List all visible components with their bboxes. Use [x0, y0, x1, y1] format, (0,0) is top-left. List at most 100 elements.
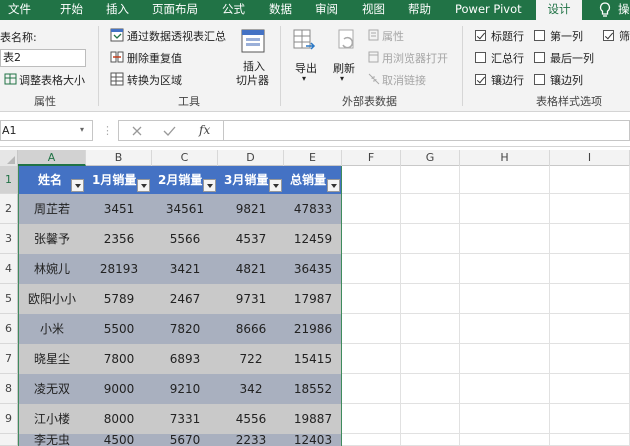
- number-cell[interactable]: 9210: [152, 374, 218, 404]
- number-cell[interactable]: 4537: [218, 224, 284, 254]
- number-cell[interactable]: 5566: [152, 224, 218, 254]
- export-dropdown[interactable]: ▾: [302, 74, 306, 83]
- name-cell[interactable]: 江小楼: [18, 404, 86, 434]
- number-cell[interactable]: 722: [218, 344, 284, 374]
- row-header-8[interactable]: 8: [0, 374, 18, 404]
- tab-3[interactable]: 页面布局: [152, 0, 198, 20]
- column-header-H[interactable]: H: [460, 150, 550, 166]
- name-cell[interactable]: 晓星尘: [18, 344, 86, 374]
- properties-button[interactable]: 属性: [382, 28, 404, 44]
- number-cell[interactable]: 17987: [284, 284, 342, 314]
- number-cell[interactable]: 3421: [152, 254, 218, 284]
- filter-dropdown-icon[interactable]: [269, 179, 282, 192]
- number-cell[interactable]: 2356: [86, 224, 152, 254]
- remove-duplicates-button[interactable]: 删除重复值: [127, 50, 182, 66]
- tab-9[interactable]: Power Pivot: [455, 0, 522, 20]
- number-cell[interactable]: 7800: [86, 344, 152, 374]
- number-cell[interactable]: 47833: [284, 194, 342, 224]
- name-box-dropdown[interactable]: ▾: [80, 125, 84, 134]
- resize-table-button[interactable]: 调整表格大小: [19, 72, 85, 88]
- total-row-checkbox[interactable]: [475, 52, 486, 63]
- export-icon[interactable]: [292, 28, 318, 56]
- tab-0[interactable]: 文件: [8, 0, 31, 20]
- number-cell[interactable]: 12459: [284, 224, 342, 254]
- number-cell[interactable]: 5789: [86, 284, 152, 314]
- column-header-D[interactable]: D: [218, 150, 284, 166]
- pivot-summary-button[interactable]: 通过数据透视表汇总: [127, 28, 226, 44]
- slicer-icon[interactable]: [240, 28, 266, 54]
- number-cell[interactable]: 8666: [218, 314, 284, 344]
- tab-design[interactable]: 设计: [536, 0, 582, 20]
- convert-to-range-button[interactable]: 转换为区域: [127, 72, 182, 88]
- filter-dropdown-icon[interactable]: [203, 179, 216, 192]
- number-cell[interactable]: 6893: [152, 344, 218, 374]
- number-cell[interactable]: 7331: [152, 404, 218, 434]
- row-header-3[interactable]: 3: [0, 224, 18, 254]
- number-cell[interactable]: 2467: [152, 284, 218, 314]
- number-cell[interactable]: 9731: [218, 284, 284, 314]
- column-header-A[interactable]: A: [18, 150, 86, 166]
- row-header-7[interactable]: 7: [0, 344, 18, 374]
- number-cell[interactable]: 8000: [86, 404, 152, 434]
- tab-7[interactable]: 视图: [362, 0, 385, 20]
- filter-dropdown-icon[interactable]: [327, 179, 340, 192]
- number-cell[interactable]: 2233: [218, 434, 284, 446]
- header-row-checkbox[interactable]: [475, 30, 486, 41]
- column-header-F[interactable]: F: [342, 150, 401, 166]
- tab-2[interactable]: 插入: [106, 0, 129, 20]
- formula-bar-grip[interactable]: ⋮: [102, 124, 113, 137]
- number-cell[interactable]: 9000: [86, 374, 152, 404]
- slicer-label[interactable]: 切片器: [236, 72, 269, 88]
- filter-dropdown-icon[interactable]: [71, 179, 84, 192]
- tell-me-label[interactable]: 操: [618, 0, 630, 20]
- formula-input[interactable]: [224, 120, 630, 141]
- tab-5[interactable]: 数据: [269, 0, 292, 20]
- check-icon[interactable]: [163, 125, 176, 137]
- last-column-checkbox[interactable]: [534, 52, 545, 63]
- number-cell[interactable]: 15415: [284, 344, 342, 374]
- column-header-I[interactable]: I: [550, 150, 630, 166]
- number-cell[interactable]: 5670: [152, 434, 218, 446]
- cancel-icon[interactable]: [131, 125, 143, 137]
- name-cell[interactable]: 张馨予: [18, 224, 86, 254]
- number-cell[interactable]: 34561: [152, 194, 218, 224]
- row-header-4[interactable]: 4: [0, 254, 18, 284]
- refresh-icon[interactable]: [335, 28, 359, 56]
- row-header-9[interactable]: 9: [0, 404, 18, 434]
- insert-function-button[interactable]: fx: [199, 123, 210, 137]
- tab-1[interactable]: 开始: [60, 0, 83, 20]
- filter-dropdown-icon[interactable]: [137, 179, 150, 192]
- number-cell[interactable]: 19887: [284, 404, 342, 434]
- number-cell[interactable]: 4821: [218, 254, 284, 284]
- tab-6[interactable]: 审阅: [315, 0, 338, 20]
- refresh-dropdown[interactable]: ▾: [340, 74, 344, 83]
- filter-button-checkbox[interactable]: [603, 30, 614, 41]
- number-cell[interactable]: 9821: [218, 194, 284, 224]
- row-header-10[interactable]: [0, 434, 18, 446]
- number-cell[interactable]: 28193: [86, 254, 152, 284]
- first-column-checkbox[interactable]: [534, 30, 545, 41]
- number-cell[interactable]: 36435: [284, 254, 342, 284]
- row-header-6[interactable]: 6: [0, 314, 18, 344]
- number-cell[interactable]: 7820: [152, 314, 218, 344]
- table-name-input[interactable]: 表2: [0, 49, 86, 67]
- column-header-B[interactable]: B: [86, 150, 152, 166]
- number-cell[interactable]: 12403: [284, 434, 342, 446]
- name-cell[interactable]: 小米: [18, 314, 86, 344]
- number-cell[interactable]: 4500: [86, 434, 152, 446]
- name-cell[interactable]: 周芷若: [18, 194, 86, 224]
- column-header-C[interactable]: C: [152, 150, 218, 166]
- number-cell[interactable]: 18552: [284, 374, 342, 404]
- lightbulb-icon[interactable]: [598, 2, 612, 18]
- name-cell[interactable]: 欧阳小小: [18, 284, 86, 314]
- select-all-button[interactable]: [0, 150, 18, 166]
- row-header-5[interactable]: 5: [0, 284, 18, 314]
- banded-columns-checkbox[interactable]: [534, 74, 545, 85]
- name-cell[interactable]: 凌无双: [18, 374, 86, 404]
- name-cell[interactable]: 李无虫: [18, 434, 86, 446]
- tab-4[interactable]: 公式: [222, 0, 245, 20]
- number-cell[interactable]: 5500: [86, 314, 152, 344]
- column-header-G[interactable]: G: [401, 150, 460, 166]
- row-header-2[interactable]: 2: [0, 194, 18, 224]
- number-cell[interactable]: 342: [218, 374, 284, 404]
